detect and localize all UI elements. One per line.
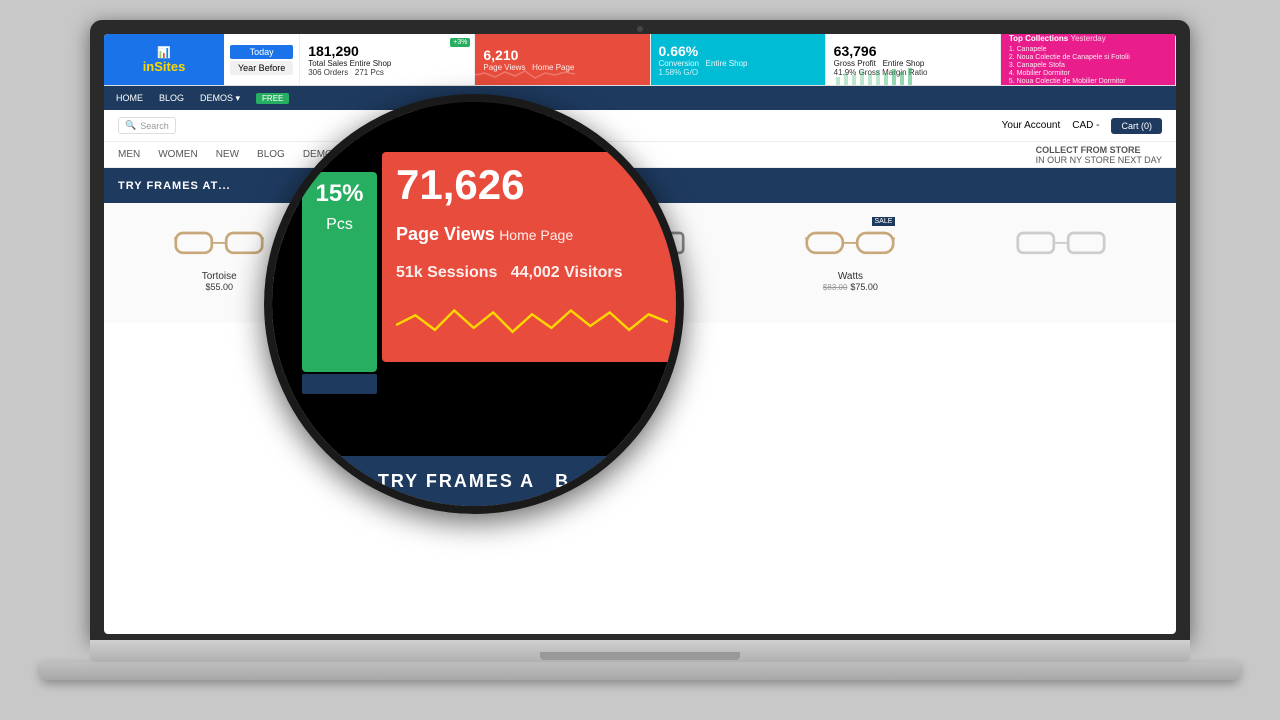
logo-icon: 📊 bbox=[157, 46, 171, 59]
product-image bbox=[595, 217, 685, 267]
product-nav: MEN WOMEN NEW BLOG DEMOS ▾ COLLECT FROM … bbox=[104, 142, 1176, 168]
product-price: $55.00 bbox=[205, 282, 233, 292]
collections-header: Top Collections Yesterday bbox=[1009, 34, 1167, 43]
cad-label[interactable]: CAD - bbox=[1072, 120, 1099, 131]
time-selector: Today Year Before bbox=[224, 34, 300, 85]
metric-sales: +3% 181,290 Total Sales Entire Shop 306 … bbox=[300, 34, 475, 85]
hero-banner: TRY FRAMES AT ... bbox=[104, 168, 1176, 203]
magnifier-bottom-text: TRY FRAMES A bbox=[378, 471, 535, 492]
product-price: $75.00 bbox=[850, 282, 878, 292]
hero-text: TRY FRAMES AT bbox=[118, 180, 218, 192]
nav-men[interactable]: MEN bbox=[118, 149, 140, 160]
product-tortoise[interactable]: Tortoise $55.00 bbox=[114, 213, 324, 313]
product-5[interactable] bbox=[956, 213, 1166, 313]
magnifier-blue-bottom: TRY FRAMES A B bbox=[272, 456, 676, 506]
nav-bar: HOME BLOG DEMOS ▾ FREE bbox=[104, 86, 1176, 110]
product-image bbox=[385, 217, 475, 267]
year-before-button[interactable]: Year Before bbox=[230, 61, 293, 75]
nav-demos2[interactable]: DEMOS ▾ bbox=[303, 149, 347, 160]
camera-dot bbox=[637, 26, 643, 32]
old-price: $83.00 bbox=[823, 283, 847, 292]
product-name: B bbox=[637, 271, 644, 282]
laptop-shell: 📊 inSites Today Year Before +3% 181,290 … bbox=[90, 20, 1190, 700]
glasses-image-watts bbox=[805, 222, 895, 262]
profit-value: 63,796 bbox=[834, 43, 992, 59]
glasses-image-b bbox=[595, 222, 685, 262]
search-placeholder: Search bbox=[140, 121, 169, 131]
laptop-bottom-bar bbox=[40, 662, 1240, 680]
laptop-hinge bbox=[540, 652, 740, 660]
insites-logo: 📊 inSites bbox=[104, 34, 224, 85]
glasses-image-arthur bbox=[385, 222, 475, 262]
header-right: Your Account CAD - Cart (0) bbox=[1002, 118, 1162, 134]
laptop-base bbox=[90, 640, 1190, 662]
logo-text: inSites bbox=[143, 59, 186, 74]
metric-profit: 63,796 Gross Profit Entire Shop 41.9% Gr… bbox=[826, 34, 1001, 85]
pageviews-value: 6,210 bbox=[483, 47, 641, 63]
conversion-sub: 1.58% G/O bbox=[659, 68, 817, 77]
nav-women[interactable]: WOMEN bbox=[158, 149, 197, 160]
collections-list: 1. Canapele 2. Noua Colectie de Canapele… bbox=[1009, 45, 1167, 86]
analytics-bar: 📊 inSites Today Year Before +3% 181,290 … bbox=[104, 34, 1176, 86]
magnifier-b-label: B bbox=[555, 471, 570, 492]
conversion-value: 0.66% bbox=[659, 43, 817, 59]
conversion-label: Conversion Entire Shop bbox=[659, 59, 817, 68]
product-image: SALE bbox=[805, 217, 895, 267]
profit-sparkline bbox=[826, 65, 926, 85]
hero-text-suffix: ... bbox=[218, 180, 230, 192]
product-name: Watts bbox=[838, 271, 863, 282]
product-name: Tortoise bbox=[202, 271, 237, 282]
product-image bbox=[174, 217, 264, 267]
product-watts[interactable]: SALE Watts $83.00 $75.00 bbox=[745, 213, 955, 313]
nav-blog[interactable]: BLOG bbox=[159, 93, 184, 103]
screen-content: 📊 inSites Today Year Before +3% 181,290 … bbox=[104, 34, 1176, 634]
product-arthur[interactable]: Arthur $75.00 bbox=[324, 213, 534, 313]
screen-bezel: 📊 inSites Today Year Before +3% 181,290 … bbox=[90, 20, 1190, 640]
glasses-image-tortoise bbox=[174, 222, 264, 262]
sales-value: 181,290 bbox=[308, 43, 466, 59]
product-b[interactable]: B bbox=[535, 213, 745, 313]
products-area: Tortoise $55.00 Arthur bbox=[104, 203, 1176, 323]
price-row: $83.00 $75.00 bbox=[823, 282, 878, 292]
product-price: $75.00 bbox=[416, 282, 444, 292]
cart-button[interactable]: Cart (0) bbox=[1111, 118, 1162, 134]
sale-badge: SALE bbox=[872, 217, 896, 226]
product-name: Arthur bbox=[416, 271, 443, 282]
sales-sub: 306 Orders 271 Pcs bbox=[308, 68, 466, 77]
collect-info: COLLECT FROM STORE IN OUR NY STORE NEXT … bbox=[1036, 145, 1162, 165]
magnifier-blue-sub bbox=[302, 374, 377, 394]
pageviews-sparkline bbox=[475, 65, 575, 85]
metric-conversion: 0.66% Conversion Entire Shop 1.58% G/O bbox=[651, 34, 826, 85]
metric-collections: Top Collections Yesterday 1. Canapele 2.… bbox=[1001, 34, 1176, 85]
search-box[interactable]: 🔍 Search bbox=[118, 117, 176, 134]
sales-badge: +3% bbox=[450, 38, 470, 47]
metric-pageviews: 6,210 Page Views Home Page bbox=[475, 34, 650, 85]
nav-home[interactable]: HOME bbox=[116, 93, 143, 103]
product-image bbox=[1016, 217, 1106, 267]
search-icon: 🔍 bbox=[125, 120, 136, 131]
nav-new[interactable]: NEW bbox=[216, 149, 239, 160]
glasses-image-5 bbox=[1016, 222, 1106, 262]
free-badge: FREE bbox=[256, 93, 289, 104]
shop-header: 🔍 Search Your Account CAD - Cart (0) bbox=[104, 110, 1176, 142]
nav-blog2[interactable]: BLOG bbox=[257, 149, 285, 160]
collect-title: COLLECT FROM STORE bbox=[1036, 145, 1162, 155]
nav-demos[interactable]: DEMOS ▾ bbox=[200, 93, 240, 104]
sales-label: Total Sales Entire Shop bbox=[308, 59, 466, 68]
account-link[interactable]: Your Account bbox=[1002, 120, 1061, 131]
today-button[interactable]: Today bbox=[230, 45, 293, 59]
collect-subtitle: IN OUR NY STORE NEXT DAY bbox=[1036, 155, 1162, 165]
